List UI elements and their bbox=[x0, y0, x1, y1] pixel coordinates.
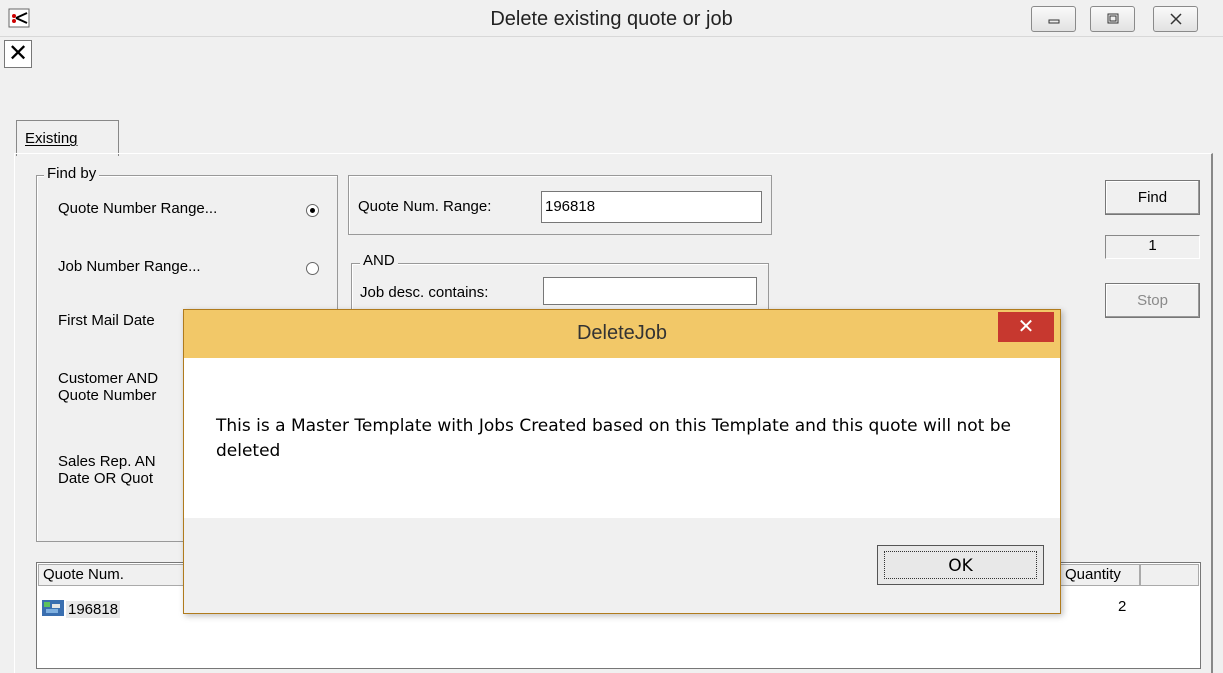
close-window-button[interactable] bbox=[1153, 6, 1198, 32]
job-desc-label: Job desc. contains: bbox=[360, 284, 489, 301]
find-button-label: Find bbox=[1137, 189, 1168, 206]
ok-button[interactable]: OK bbox=[877, 545, 1044, 585]
stop-button-label: Stop bbox=[1137, 292, 1168, 309]
result-count: 1 bbox=[1105, 235, 1200, 259]
minimize-button[interactable] bbox=[1031, 6, 1076, 32]
column-header-quote-num[interactable]: Quote Num. bbox=[38, 564, 188, 586]
option-sales-rep-line2: Date OR Quot bbox=[58, 470, 154, 487]
option-customer-line2: Quote Number bbox=[58, 387, 157, 404]
toolbar-close-button[interactable]: ✕ bbox=[4, 40, 32, 68]
option-job-range-label: Job Number Range... bbox=[58, 258, 201, 275]
find-button[interactable]: Find bbox=[1105, 180, 1200, 215]
option-job-range-radio[interactable] bbox=[306, 262, 319, 275]
quote-range-input[interactable]: 196818 bbox=[541, 191, 762, 223]
row-quantity: 2 bbox=[1118, 598, 1127, 615]
find-by-legend: Find by bbox=[44, 165, 100, 182]
close-icon: ✕ bbox=[1017, 316, 1035, 338]
dialog-close-button[interactable]: ✕ bbox=[998, 312, 1054, 342]
row-quote-num: 196818 bbox=[66, 601, 121, 618]
maximize-button[interactable] bbox=[1090, 6, 1135, 32]
option-quote-range-label: Quote Number Range... bbox=[58, 200, 218, 217]
option-first-mail-date-label: First Mail Date bbox=[58, 312, 155, 329]
stop-button[interactable]: Stop bbox=[1105, 283, 1200, 318]
option-quote-range-radio[interactable] bbox=[306, 204, 319, 217]
ok-button-label: OK bbox=[884, 551, 1037, 579]
dialog-title: DeleteJob bbox=[576, 322, 668, 344]
option-customer-line1: Customer AND bbox=[58, 370, 159, 387]
job-desc-input[interactable] bbox=[543, 277, 757, 305]
dialog-message: This is a Master Template with Jobs Crea… bbox=[216, 416, 1011, 461]
column-header-quantity[interactable]: Quantity bbox=[1060, 564, 1140, 586]
quote-template-icon bbox=[42, 600, 64, 616]
tab-existing-label: Existing bbox=[25, 130, 78, 147]
and-legend: AND bbox=[360, 252, 398, 269]
option-sales-rep-line1: Sales Rep. AN bbox=[58, 453, 156, 470]
column-header-blank[interactable] bbox=[1140, 564, 1199, 586]
quote-range-label: Quote Num. Range: bbox=[358, 198, 492, 215]
